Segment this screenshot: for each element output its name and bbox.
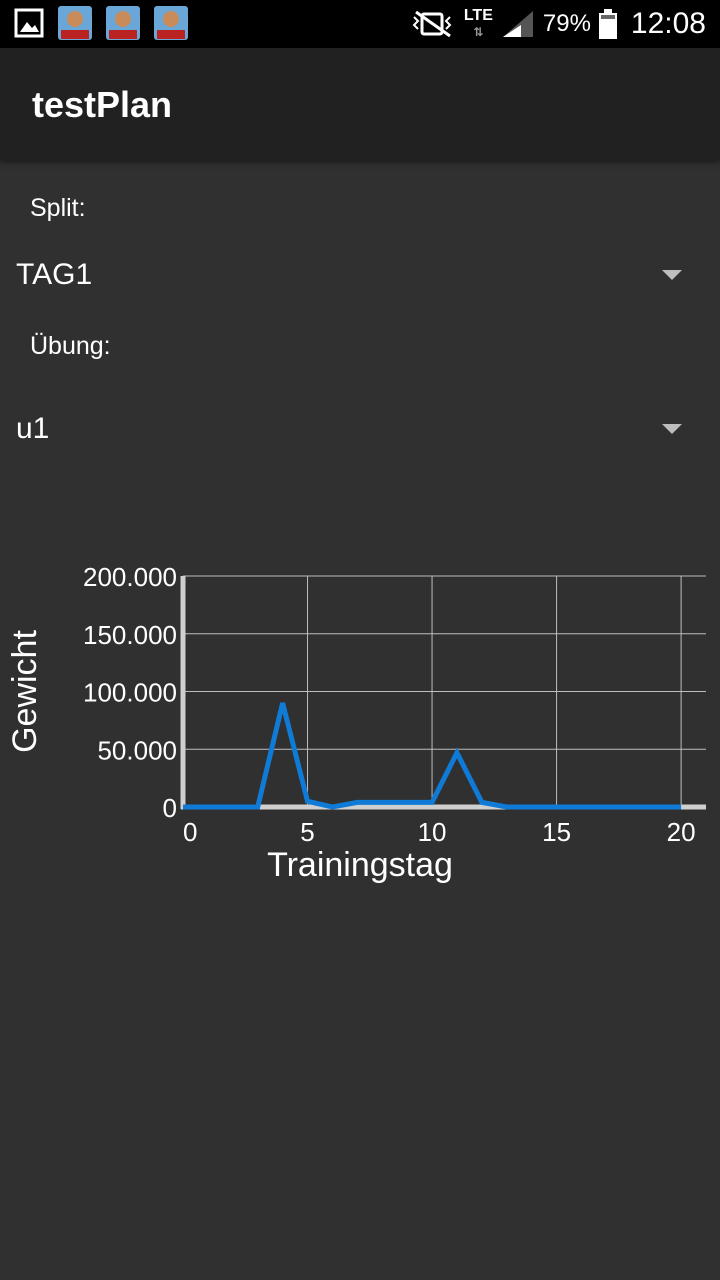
- x-tick-label: 5: [300, 817, 314, 847]
- x-tick-label: 20: [667, 817, 696, 847]
- battery-icon: [598, 9, 617, 39]
- y-tick-label: 150.000: [83, 620, 177, 650]
- signal-icon: [502, 11, 533, 37]
- y-axis-label: Gewicht: [6, 630, 44, 753]
- x-tick-label: 10: [418, 817, 447, 847]
- app-title: testPlan: [32, 84, 173, 125]
- status-bar: LTE ⇅ 79% 12:08: [0, 0, 720, 48]
- clock: 12:08: [630, 7, 706, 40]
- app-notification-icon: [106, 6, 140, 40]
- weight-chart: 0 50.000 100.000 150.000 200.000 0 5 10 15 20 Ge…: [6, 562, 706, 884]
- app-bar: testPlan: [0, 48, 720, 160]
- y-tick-label: 100.000: [83, 678, 177, 708]
- y-tick-label: 0: [163, 793, 177, 823]
- split-dropdown-value: TAG1: [16, 258, 93, 291]
- split-label: Split:: [30, 194, 86, 222]
- dropdown-arrow-icon: [662, 270, 682, 280]
- x-tick-labels: 0 5 10 15 20: [183, 817, 696, 847]
- x-tick-label: 0: [183, 817, 197, 847]
- network-type: LTE ⇅: [463, 7, 493, 40]
- x-axis-label: Trainingstag: [267, 846, 453, 884]
- split-dropdown[interactable]: TAG1: [0, 240, 720, 310]
- exercise-dropdown-value: u1: [16, 412, 50, 445]
- vibrate-mute-icon: [412, 10, 452, 38]
- y-tick-label: 50.000: [97, 735, 177, 765]
- battery-percent: 79%: [542, 10, 591, 37]
- gallery-notification-icon: [14, 8, 44, 38]
- dropdown-arrow-icon: [662, 424, 682, 434]
- exercise-dropdown[interactable]: u1: [0, 394, 720, 464]
- x-tick-label: 15: [542, 817, 571, 847]
- y-tick-labels: 0 50.000 100.000 150.000 200.000: [83, 562, 177, 823]
- app-notification-icon: [58, 6, 92, 40]
- exercise-label: Übung:: [30, 332, 111, 360]
- app-notification-icon: [154, 6, 188, 40]
- y-tick-label: 200.000: [83, 562, 177, 592]
